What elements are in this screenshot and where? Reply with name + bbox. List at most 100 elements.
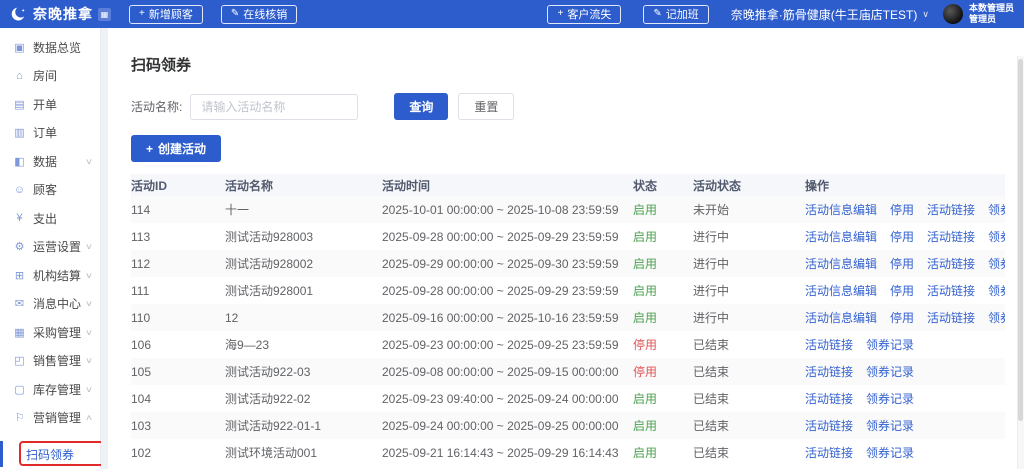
customer-loss-button[interactable]: + 客户流失 (547, 4, 622, 24)
action-link[interactable]: 停用 (890, 257, 914, 271)
cell-status: 启用 (633, 446, 658, 460)
edit-icon: ✎ (653, 8, 662, 19)
cell-activity-id: 114 (131, 202, 151, 217)
cell-status: 启用 (633, 284, 658, 298)
action-link[interactable]: 活动链接 (927, 257, 975, 271)
action-link[interactable]: 领券记录 (988, 257, 1005, 271)
create-activity-button[interactable]: + 创建活动 (131, 135, 222, 162)
action-link[interactable]: 活动信息编辑 (805, 230, 877, 244)
sidebar-item-marketing-management[interactable]: ⚐ 营销管理 ∧ (0, 404, 100, 433)
action-link[interactable]: 活动链接 (927, 284, 975, 298)
action-link[interactable]: 活动链接 (805, 365, 853, 379)
sidebar-item-create-order[interactable]: ▤ 开单 (0, 90, 100, 119)
store-selector[interactable]: 奈晚推拿·筋骨健康(牛王庙店TEST) ∨ (731, 6, 929, 23)
sidebar-item-data-overview[interactable]: ▣ 数据总览 (0, 33, 100, 62)
logo: 奈晚推拿 ▦ (10, 4, 111, 24)
cell-status: 停用 (633, 365, 658, 379)
chevron-down-icon: ∨ (84, 327, 94, 337)
action-link[interactable]: 活动链接 (805, 419, 853, 433)
action-link[interactable]: 领券记录 (988, 230, 1005, 244)
table-row: 112 测试活动928002 2025-09-29 00:00:00 ~ 202… (131, 250, 1005, 277)
cell-activity-name: 十一 (225, 203, 250, 217)
add-customer-button[interactable]: + 新增顾客 (129, 4, 203, 24)
action-link[interactable]: 活动信息编辑 (805, 257, 877, 271)
online-verify-button[interactable]: ✎ 在线核销 (220, 4, 298, 24)
cell-activity-name: 测试活动928001 (225, 284, 314, 298)
cell-actions: 活动链接 领券记录 (805, 363, 1005, 380)
action-link[interactable]: 停用 (890, 311, 914, 325)
search-button[interactable]: 查询 (394, 93, 449, 120)
sidebar-item-rooms[interactable]: ⌂ 房间 (0, 62, 100, 91)
sidebar-item-org-settlement[interactable]: ⊞ 机构结算 ∨ (0, 261, 100, 290)
action-link[interactable]: 停用 (890, 284, 914, 298)
chevron-down-icon: ∨ (922, 8, 929, 19)
cell-activity-time: 2025-09-08 00:00:00 ~ 2025-09-15 00:00:0… (382, 364, 619, 379)
avatar[interactable] (942, 4, 963, 24)
action-link[interactable]: 领券记录 (988, 203, 1005, 217)
action-link[interactable]: 活动链接 (805, 446, 853, 460)
action-link[interactable]: 活动信息编辑 (805, 311, 877, 325)
activity-name-input[interactable] (190, 93, 359, 120)
scrollbar-thumb[interactable] (1018, 59, 1023, 421)
action-link[interactable]: 领券记录 (866, 419, 914, 433)
cart-icon: ▦ (14, 326, 25, 339)
edit-icon: ✎ (230, 8, 240, 19)
action-link[interactable]: 活动链接 (927, 230, 975, 244)
qr-badge-icon: ▦ (98, 7, 111, 21)
sales-icon: ◰ (14, 355, 25, 368)
sidebar-item-purchase-management[interactable]: ▦ 采购管理 ∨ (0, 318, 100, 347)
action-link[interactable]: 活动链接 (805, 392, 853, 406)
customer-loss-label: 客户流失 (567, 9, 612, 21)
action-link[interactable]: 活动链接 (927, 203, 975, 217)
receipt-icon: ▤ (14, 98, 25, 111)
cell-status: 停用 (633, 338, 658, 352)
monitor-icon: ▣ (14, 41, 25, 54)
cell-actions: 活动信息编辑停用活动链接领券记录 (805, 309, 1005, 326)
chevron-down-icon: ∨ (84, 356, 94, 366)
action-link[interactable]: 活动信息编辑 (805, 203, 877, 217)
sidebar-item-inventory-management[interactable]: ▢ 库存管理 ∨ (0, 375, 100, 404)
sidebar-item-data[interactable]: ◧ 数据 ∨ (0, 147, 100, 176)
action-link[interactable]: 领券记录 (866, 338, 914, 352)
table-row: 110 12 2025-09-16 00:00:00 ~ 2025-10-16 … (131, 304, 1005, 331)
layout-divider (101, 28, 108, 469)
sidebar-item-scan-coupon[interactable]: 扫码领券 (0, 439, 104, 469)
chevron-down-icon: ∨ (84, 299, 94, 309)
reset-button[interactable]: 重置 (458, 93, 515, 120)
cell-activity-name: 测试活动928003 (225, 230, 314, 244)
sidebar-item-customers[interactable]: ☺ 顾客 (0, 176, 100, 205)
topbar: 奈晚推拿 ▦ + 新增顾客 ✎ 在线核销 + 客户流失 ✎ 记加班 奈晚推拿·筋… (0, 0, 1024, 28)
cell-activity-status: 进行中 (693, 311, 730, 325)
scan-coupon-label: 扫码领券 (25, 447, 74, 462)
scrollbar[interactable] (1017, 56, 1024, 469)
sidebar-item-message-center[interactable]: ✉ 消息中心 ∨ (0, 290, 100, 319)
action-link[interactable]: 领券记录 (988, 311, 1005, 325)
cell-activity-id: 112 (131, 256, 151, 271)
cell-activity-status: 已结束 (693, 365, 730, 379)
col-activity-id: 活动ID (131, 178, 168, 193)
cell-activity-id: 105 (131, 364, 152, 379)
filter-bar: 活动名称: 查询 重置 (131, 93, 1005, 120)
cell-status: 启用 (633, 419, 658, 433)
sidebar-item-orders[interactable]: ▥ 订单 (0, 119, 100, 148)
sidebar-item-operation-settings[interactable]: ⚙ 运营设置 ∨ (0, 233, 100, 262)
cell-activity-time: 2025-09-28 00:00:00 ~ 2025-09-29 23:59:5… (382, 283, 619, 298)
chevron-down-icon: ∨ (84, 156, 94, 166)
cell-activity-name: 测试活动922-01-1 (225, 419, 322, 433)
sidebar-item-expenses[interactable]: ¥ 支出 (0, 204, 100, 233)
sidebar-item-sales-management[interactable]: ◰ 销售管理 ∨ (0, 347, 100, 376)
action-link[interactable]: 活动链接 (805, 338, 853, 352)
cell-activity-time: 2025-09-29 00:00:00 ~ 2025-09-30 23:59:5… (382, 256, 619, 271)
action-link[interactable]: 活动链接 (927, 311, 975, 325)
action-link[interactable]: 停用 (890, 230, 914, 244)
record-overtime-button[interactable]: ✎ 记加班 (643, 4, 709, 24)
action-link[interactable]: 停用 (890, 203, 914, 217)
action-link[interactable]: 领券记录 (988, 284, 1005, 298)
action-link[interactable]: 活动信息编辑 (805, 284, 877, 298)
cell-activity-time: 2025-09-21 16:14:43 ~ 2025-09-29 16:14:4… (382, 445, 619, 460)
action-link[interactable]: 领券记录 (866, 446, 914, 460)
moon-logo-icon (11, 7, 25, 21)
action-link[interactable]: 领券记录 (866, 392, 914, 406)
main-content: 扫码领券 活动名称: 查询 重置 + 创建活动 活动ID 活动名称 活动时间 状… (108, 28, 1024, 469)
action-link[interactable]: 领券记录 (866, 365, 914, 379)
